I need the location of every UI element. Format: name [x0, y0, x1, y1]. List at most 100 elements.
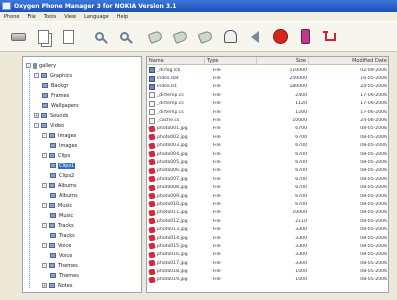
- collapse-icon[interactable]: -: [34, 73, 39, 78]
- table-row[interactable]: photo018.jpg File 1000 08-05-2006: [147, 267, 388, 275]
- tree-node[interactable]: Voice: [50, 251, 73, 260]
- tree-node[interactable]: Themes: [50, 271, 80, 280]
- window-title: Oxygen Phone Manager 3 for NOKIA Version…: [14, 2, 177, 10]
- tag-button[interactable]: [145, 27, 165, 47]
- image-file-icon: [148, 151, 156, 158]
- table-row[interactable]: _dirtemp.cs File 2400 17-06-2006: [147, 91, 388, 99]
- collapse-icon[interactable]: -: [42, 203, 47, 208]
- table-row[interactable]: _dirtemp.cs File 1200 17-06-2006: [147, 108, 388, 116]
- table-row[interactable]: photo017.jpg File 3300 08-05-2006: [147, 259, 388, 267]
- tree-node[interactable]: - Images: [42, 131, 77, 140]
- menu-view[interactable]: View: [60, 14, 80, 20]
- image-file-icon: [148, 226, 156, 233]
- column-header-type[interactable]: Type: [205, 57, 257, 65]
- table-row[interactable]: _dirtemp.cs File 1120 17-06-2006: [147, 100, 388, 108]
- tree-node[interactable]: Tracks: [50, 231, 76, 240]
- table-row[interactable]: _dirlog.lck File 110000 02-09-2006: [147, 66, 388, 74]
- collapse-icon[interactable]: -: [42, 133, 47, 138]
- tree-node[interactable]: Images: [50, 141, 78, 150]
- collapse-icon[interactable]: -: [34, 123, 39, 128]
- copy-button[interactable]: [33, 27, 53, 47]
- table-row[interactable]: index.dat File 250000 16-05-2006: [147, 74, 388, 82]
- file-type: File: [213, 76, 221, 82]
- tree-node[interactable]: Frames: [42, 91, 70, 100]
- file-type: File: [213, 176, 221, 182]
- table-row[interactable]: photo012.jpg File 2110 08-05-2006: [147, 217, 388, 225]
- ghost-button[interactable]: [220, 27, 240, 47]
- table-row[interactable]: photo010.jpg File 6700 08-05-2006: [147, 200, 388, 208]
- drive-icon: [10, 32, 26, 41]
- tree-node[interactable]: - Albums: [42, 181, 78, 190]
- collapse-icon[interactable]: -: [42, 223, 47, 228]
- menu-help[interactable]: Help: [113, 14, 132, 20]
- expand-icon[interactable]: +: [34, 113, 39, 118]
- menu-tools[interactable]: Tools: [40, 14, 60, 20]
- folder-icon: [49, 153, 55, 158]
- table-row[interactable]: photo011.jpg File 10000 08-05-2006: [147, 209, 388, 217]
- tree-node[interactable]: + Notes: [42, 281, 73, 290]
- phone-button[interactable]: [295, 27, 315, 47]
- column-header-date[interactable]: Modified Date: [309, 57, 388, 65]
- tree-node[interactable]: + Sounds: [34, 111, 69, 120]
- tree-node[interactable]: - Video: [34, 121, 65, 130]
- table-row[interactable]: index.lst File 180000 24-05-2006: [147, 83, 388, 91]
- collapse-icon[interactable]: -: [42, 263, 47, 268]
- tree-node[interactable]: - Graphics: [34, 71, 73, 80]
- table-row[interactable]: photo001.jpg File 6700 08-05-2006: [147, 125, 388, 133]
- tree-node[interactable]: Clips2: [50, 171, 75, 180]
- search-icon: [94, 32, 104, 41]
- table-row[interactable]: photo007.jpg File 6700 08-05-2006: [147, 175, 388, 183]
- table-row[interactable]: photo013.jpg File 3300 08-05-2006: [147, 225, 388, 233]
- file-date: 08-05-2006: [360, 252, 387, 258]
- tree-node[interactable]: - Music: [42, 201, 73, 210]
- drive-button[interactable]: [8, 27, 28, 47]
- tree-node[interactable]: Wallpapers: [42, 101, 80, 110]
- tree-node[interactable]: - Voice: [42, 241, 72, 250]
- table-row[interactable]: photo004.jpg File 6700 08-05-2006: [147, 150, 388, 158]
- menu-language[interactable]: Language: [80, 14, 113, 20]
- tree-node[interactable]: Albums: [50, 191, 79, 200]
- menu-file[interactable]: File: [24, 14, 40, 20]
- collapse-icon[interactable]: -: [26, 63, 31, 68]
- menu-phone[interactable]: Phone: [0, 14, 24, 20]
- tree-node[interactable]: - Clips: [42, 151, 71, 160]
- collapse-icon[interactable]: -: [42, 243, 47, 248]
- table-row[interactable]: photo016.jpg File 3300 08-05-2006: [147, 251, 388, 259]
- tree-node[interactable]: - Tracks: [42, 221, 75, 230]
- table-row[interactable]: photo002.jpg File 6700 08-05-2006: [147, 133, 388, 141]
- search-button[interactable]: [89, 27, 109, 47]
- table-row[interactable]: photo003.jpg File 6700 08-05-2006: [147, 142, 388, 150]
- speaker-button[interactable]: [245, 27, 265, 47]
- cart-button[interactable]: [320, 27, 340, 47]
- list-body: _dirlog.lck File 110000 02-09-2006 index.dat…: [147, 66, 388, 284]
- table-row[interactable]: photo014.jpg File 3300 08-05-2006: [147, 234, 388, 242]
- folder-tree[interactable]: - gallery - Graphics Backgr Frames Wallpapers +…: [22, 56, 142, 293]
- tag-add-button[interactable]: [170, 27, 190, 47]
- collapse-icon[interactable]: -: [42, 183, 47, 188]
- search-next-button[interactable]: [114, 27, 134, 47]
- table-row[interactable]: photo015.jpg File 3300 08-05-2006: [147, 242, 388, 250]
- table-row[interactable]: _cache.cs File 10000 24-06-2006: [147, 116, 388, 124]
- tree-node[interactable]: Music: [50, 211, 74, 220]
- table-row[interactable]: photo008.jpg File 6700 08-05-2006: [147, 183, 388, 191]
- tag-remove-button[interactable]: [195, 27, 215, 47]
- document-button[interactable]: [58, 27, 78, 47]
- file-name: photo003.jpg: [157, 143, 188, 149]
- stop-button[interactable]: [270, 27, 290, 47]
- file-name: photo011.jpg: [157, 210, 188, 216]
- column-header-size[interactable]: Size: [257, 57, 309, 65]
- column-header-name[interactable]: Name: [147, 57, 205, 65]
- app-icon: [2, 2, 11, 10]
- table-row[interactable]: photo019.jpg File 1000 08-05-2006: [147, 276, 388, 284]
- table-row[interactable]: photo009.jpg File 6700 08-05-2006: [147, 192, 388, 200]
- tree-node[interactable]: - Themes: [42, 261, 79, 270]
- expand-icon[interactable]: +: [42, 283, 47, 288]
- tree-node[interactable]: - gallery: [26, 61, 57, 70]
- file-name-cell: photo019.jpg: [147, 276, 205, 283]
- collapse-icon[interactable]: -: [42, 153, 47, 158]
- tree-node[interactable]: Clips1: [50, 161, 76, 170]
- table-row[interactable]: photo006.jpg File 6700 08-05-2006: [147, 167, 388, 175]
- tree-node[interactable]: Backgr: [42, 81, 69, 90]
- table-row[interactable]: photo005.jpg File 6700 08-05-2006: [147, 158, 388, 166]
- file-list[interactable]: Name Type Size Modified Date _dirlog.lck…: [146, 56, 389, 293]
